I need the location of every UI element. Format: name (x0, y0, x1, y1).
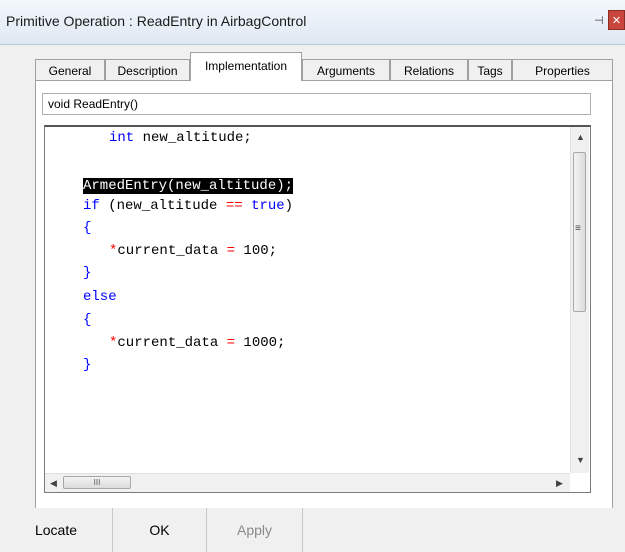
pin-icon[interactable]: ⊣ (594, 14, 604, 27)
code-line-7: else (83, 289, 117, 305)
features-dialog: General Description Implementation Argum… (0, 45, 625, 530)
tab-description[interactable]: Description (105, 59, 190, 81)
code-text: current_data (117, 335, 227, 351)
keyword-true: true (251, 198, 285, 214)
code-line-5: *current_data = 100; (109, 242, 277, 260)
operator: = (226, 335, 236, 351)
code-text: (new_altitude (99, 198, 226, 214)
code-line-4: { (83, 220, 92, 236)
code-line-9: *current_data = 1000; (109, 334, 285, 352)
code-editor[interactable]: int new_altitude; ArmedEntry(new_altitud… (44, 125, 591, 493)
horizontal-scroll-thumb[interactable]: III (63, 476, 131, 489)
code-line-3: if (new_altitude == true) (83, 197, 293, 215)
tab-implementation[interactable]: Implementation (190, 52, 302, 81)
tab-relations[interactable]: Relations (390, 59, 468, 81)
code-text: new_altitude; (134, 130, 252, 146)
code-line-8: { (83, 312, 92, 328)
operator: = (226, 243, 236, 259)
apply-button[interactable]: Apply (207, 508, 303, 552)
keyword-if: if (83, 198, 100, 214)
selected-text: ArmedEntry(new_altitude); (83, 178, 294, 194)
code-line-2: ArmedEntry(new_altitude); (83, 177, 294, 195)
window-title: Primitive Operation : ReadEntry in Airba… (6, 13, 307, 29)
code-text: ) (284, 198, 294, 214)
vertical-scrollbar[interactable]: ▲ ≡ ▼ (570, 127, 589, 473)
scroll-left-icon[interactable]: ◀ (50, 478, 57, 489)
code-line-6: } (83, 265, 92, 281)
close-icon[interactable]: ✕ (608, 10, 625, 30)
code-line-1: int new_altitude; (109, 129, 252, 147)
implementation-panel: void ReadEntry() int new_altitude; Armed… (35, 80, 613, 530)
ok-button[interactable]: OK (113, 508, 207, 552)
operator: == (225, 198, 243, 214)
code-text: 1000; (235, 335, 286, 351)
scroll-right-icon[interactable]: ▶ (556, 478, 563, 489)
signature-field[interactable]: void ReadEntry() (42, 93, 591, 115)
horizontal-scrollbar[interactable]: ◀ III ▶ (45, 473, 570, 492)
grip-icon: ≡ (575, 223, 581, 234)
code-text: current_data (117, 243, 227, 259)
tab-arguments[interactable]: Arguments (302, 59, 390, 81)
tab-properties[interactable]: Properties (512, 59, 613, 81)
tab-tags[interactable]: Tags (468, 59, 512, 81)
code-text: 100; (235, 243, 278, 259)
scroll-down-icon[interactable]: ▼ (576, 455, 585, 465)
tab-general[interactable]: General (35, 59, 105, 81)
keyword-int: int (109, 130, 135, 146)
button-bar: Locate OK Apply (0, 508, 625, 552)
scroll-up-icon[interactable]: ▲ (576, 132, 585, 142)
vertical-scroll-thumb[interactable]: ≡ (573, 152, 586, 312)
title-bar: Primitive Operation : ReadEntry in Airba… (0, 0, 625, 45)
locate-button[interactable]: Locate (0, 508, 113, 552)
code-line-10: } (83, 357, 92, 373)
code-area[interactable]: int new_altitude; ArmedEntry(new_altitud… (45, 127, 570, 471)
